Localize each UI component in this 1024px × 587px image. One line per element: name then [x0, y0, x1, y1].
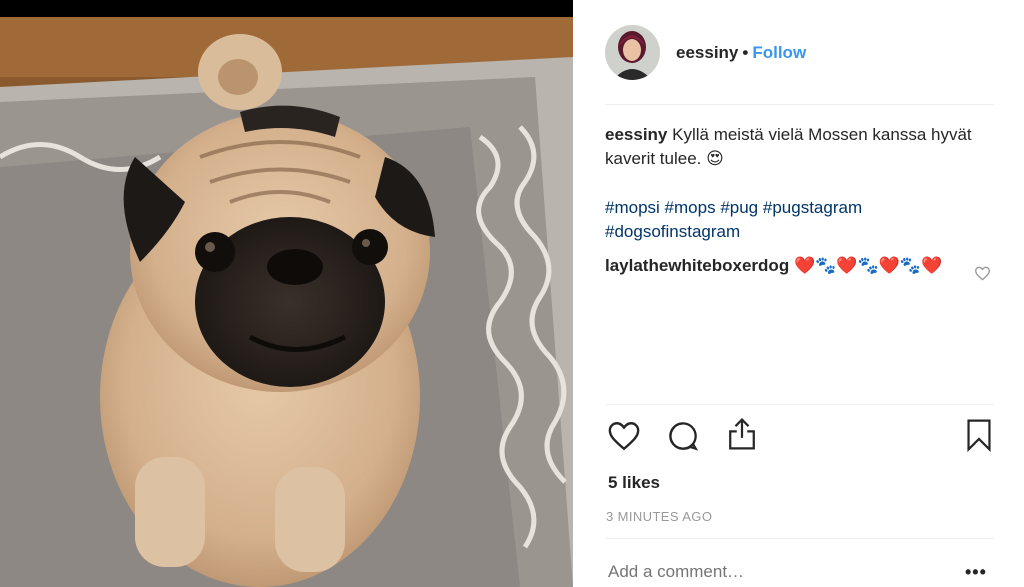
hashtag-link[interactable]: #mops — [665, 198, 716, 217]
hashtag-link[interactable]: #pugstagram — [763, 198, 862, 217]
header-divider — [605, 104, 994, 105]
post-author-username[interactable]: eessiny — [676, 43, 738, 62]
heart-icon[interactable] — [607, 420, 641, 457]
separator-dot: • — [742, 43, 749, 62]
comment-text: ❤️🐾❤️🐾❤️🐾❤️ — [793, 256, 943, 275]
avatar-image — [605, 25, 660, 80]
post-timestamp[interactable]: 3 MINUTES AGO — [606, 509, 712, 524]
like-count[interactable]: 5 likes — [608, 473, 660, 493]
hashtag-link[interactable]: #pug — [720, 198, 758, 217]
bookmark-icon[interactable] — [965, 418, 993, 457]
share-icon[interactable] — [726, 417, 758, 456]
hashtag-link[interactable]: #dogsofinstagram — [605, 222, 740, 241]
post-caption: eessiny Kyllä meistä vielä Mossen kanssa… — [605, 123, 975, 171]
post-photo[interactable] — [0, 0, 573, 587]
more-options-icon[interactable]: ••• — [965, 562, 987, 583]
caption-username[interactable]: eessiny — [605, 125, 667, 144]
avatar[interactable] — [605, 25, 660, 80]
post-header: eessiny • Follow — [573, 0, 1024, 105]
add-comment-input[interactable] — [608, 562, 928, 582]
small-heart-icon[interactable] — [974, 266, 991, 286]
comment-username[interactable]: laylathewhiteboxerdog — [605, 256, 789, 275]
post-sidebar: eessiny • Follow eessiny Kyllä meistä viel… — [573, 0, 1024, 587]
photo-top-bar — [0, 0, 573, 17]
pug-photo-image — [0, 17, 573, 587]
hashtag-link[interactable]: #mopsi — [605, 198, 660, 217]
comment-box-divider — [605, 538, 994, 539]
comment-item: laylathewhiteboxerdog ❤️🐾❤️🐾❤️🐾❤️ — [605, 254, 965, 278]
hashtag-list: #mopsi #mops #pug #pugstagram #dogsofins… — [605, 196, 975, 244]
action-bar — [573, 405, 1024, 469]
comment-icon[interactable] — [667, 420, 699, 457]
header-user-line: eessiny • Follow — [676, 43, 806, 63]
follow-button[interactable]: Follow — [752, 43, 806, 62]
